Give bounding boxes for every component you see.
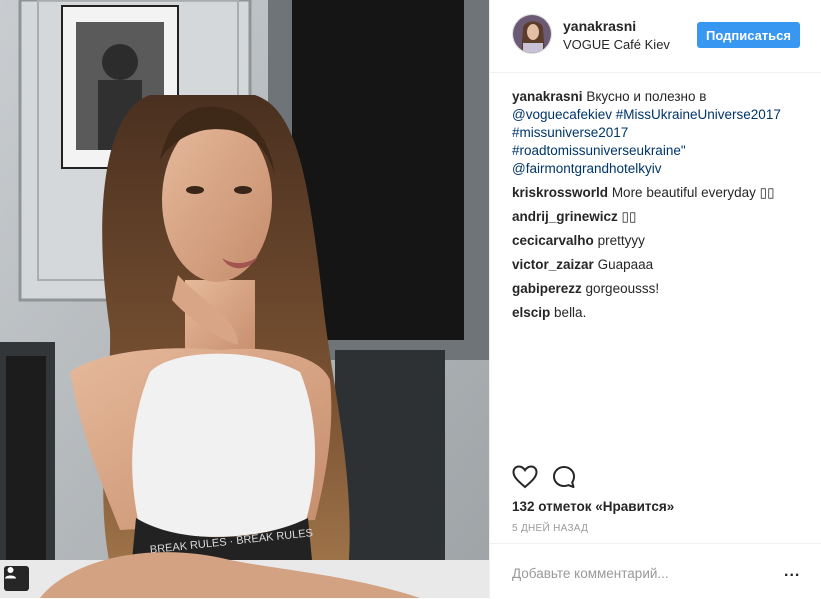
- post-side-panel: yanakrasni VOGUE Café Kiev Подписаться y…: [489, 0, 821, 598]
- caption-text-4[interactable]: #roadtomissuniverseukraine": [512, 142, 802, 160]
- comments-list: yanakrasni Вкусно и полезно в @voguecafe…: [512, 88, 802, 328]
- like-button[interactable]: [512, 465, 538, 491]
- caption-username[interactable]: yanakrasni: [512, 89, 583, 104]
- comment-text: gorgeousss!: [585, 281, 660, 296]
- avatar[interactable]: [512, 14, 552, 54]
- user-tag-icon: [5, 567, 16, 579]
- comment-username[interactable]: elscip: [512, 305, 550, 320]
- photo-illustration: BREAK RULES · BREAK RULES: [0, 0, 489, 598]
- avatar-image: [513, 15, 551, 53]
- comment-item: cecicarvalho prettyyy: [512, 232, 802, 250]
- comment-username[interactable]: gabiperezz: [512, 281, 582, 296]
- comment-text: More beautiful everyday ▯▯: [611, 185, 775, 200]
- more-options-icon[interactable]: ...: [784, 564, 800, 580]
- comment-item: elscip bella.: [512, 304, 802, 322]
- comment-item: andrij_grinewicz ▯▯: [512, 208, 802, 226]
- comment-username[interactable]: andrij_grinewicz: [512, 209, 618, 224]
- comment-item: gabiperezz gorgeousss!: [512, 280, 802, 298]
- comment-username[interactable]: cecicarvalho: [512, 233, 594, 248]
- caption-text-1: Вкусно и полезно в: [586, 89, 707, 104]
- comment-button[interactable]: [552, 465, 578, 491]
- caption: yanakrasni Вкусно и полезно в @voguecafe…: [512, 88, 802, 178]
- comment-text: prettyyy: [597, 233, 645, 248]
- add-comment-input[interactable]: [512, 564, 762, 582]
- post-photo[interactable]: BREAK RULES · BREAK RULES: [0, 0, 489, 598]
- comment-username[interactable]: kriskrossworld: [512, 185, 608, 200]
- post-timestamp[interactable]: 5 ДНЕЙ НАЗАД: [512, 523, 588, 534]
- caption-text-3[interactable]: #missuniverse2017: [512, 124, 802, 142]
- likes-count[interactable]: 132 отметок «Нравится»: [512, 499, 674, 514]
- caption-text-2[interactable]: @voguecafekiev #MissUkraineUniverse2017: [512, 106, 802, 124]
- post-header: yanakrasni VOGUE Café Kiev Подписаться: [490, 0, 821, 73]
- caption-text-5[interactable]: @fairmontgrandhotelkyiv: [512, 160, 802, 178]
- comment-text: Guapaaa: [597, 257, 654, 272]
- user-tag-badge[interactable]: [4, 566, 29, 591]
- comment-icon: [553, 466, 575, 488]
- comment-text: ▯▯: [621, 209, 637, 224]
- comment-item: victor_zaizar Guapaaa: [512, 256, 802, 274]
- comment-username[interactable]: victor_zaizar: [512, 257, 594, 272]
- post-location[interactable]: VOGUE Café Kiev: [563, 37, 670, 52]
- comment-item: kriskrossworld More beautiful everyday ▯…: [512, 184, 802, 202]
- heart-icon: [512, 465, 538, 489]
- post-author-username[interactable]: yanakrasni: [563, 18, 636, 34]
- follow-button[interactable]: Подписаться: [697, 22, 800, 48]
- comment-text: bella.: [554, 305, 587, 320]
- add-comment-row: ...: [490, 543, 821, 599]
